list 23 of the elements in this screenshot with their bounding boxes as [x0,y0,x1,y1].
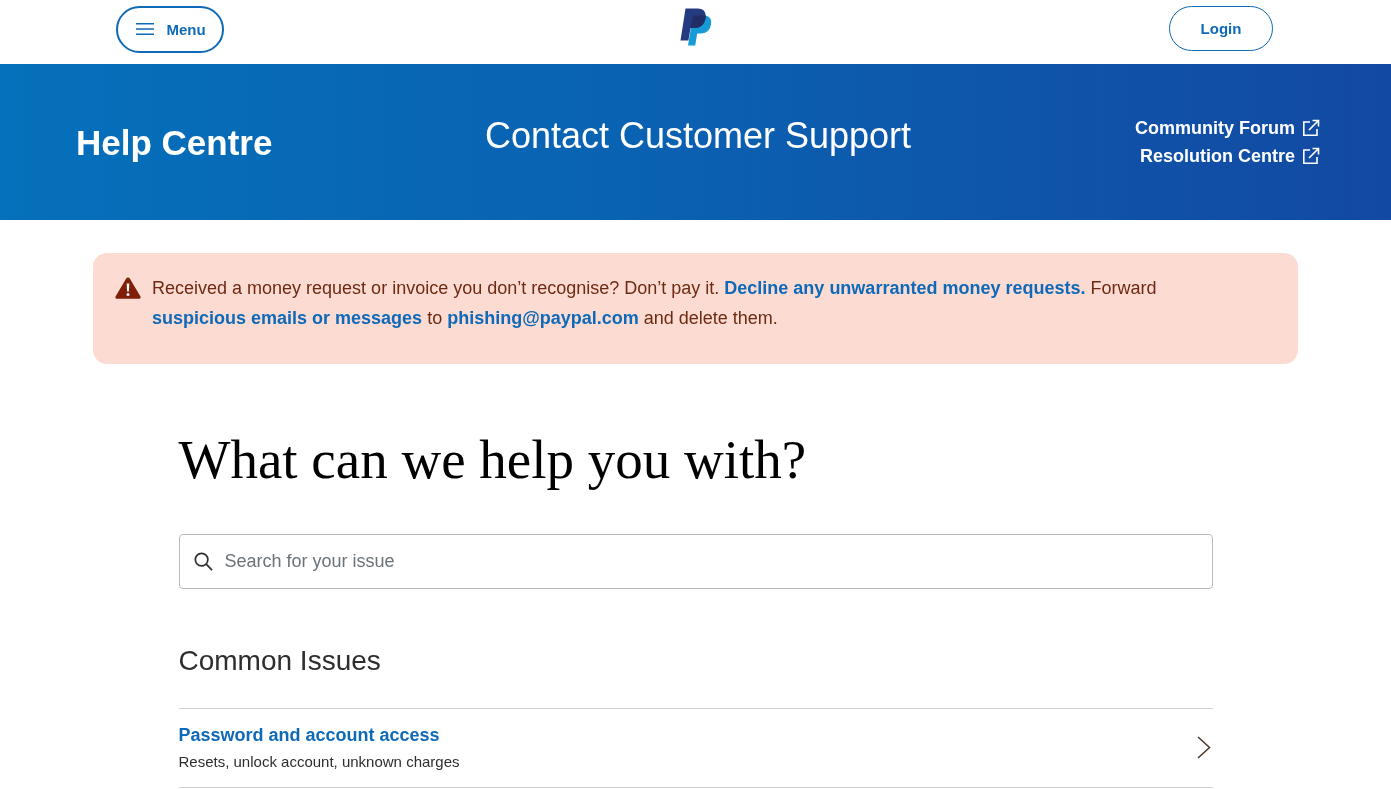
external-link-icon [1302,119,1320,137]
search-field[interactable]: Search for your issue [178,534,1213,589]
chevron-right-icon [1196,736,1211,759]
search-icon [193,552,213,571]
external-link[interactable]: Community Forum [1135,116,1320,140]
warning-icon [115,277,141,299]
external-link[interactable]: Resolution Centre [1140,144,1320,168]
section-title: Common Issues [178,644,382,678]
menu-icon [136,23,155,35]
issue-description: Resets, unlock account, unknown charges [178,752,460,772]
help-centre-title: Help Centre [76,122,273,163]
logo-icon[interactable] [679,8,712,46]
alert-link[interactable]: Decline any unwarranted money requests. [724,278,1086,298]
issue-row[interactable]: Password and account access Resets, unlock account, unknown charges [178,709,1213,788]
external-link-icon [1302,147,1320,165]
login-button[interactable]: Login [1169,5,1273,51]
menu-button[interactable]: Menu [116,5,224,53]
alert-link[interactable]: phishing@paypal.com [447,308,639,328]
help-heading: What can we help you with? [178,428,808,492]
alert-link[interactable]: suspicious emails or messages [152,308,423,328]
alert-message: Received a money request or invoice you don’t recognise? Don’t pay it. Decline any unwarranted money requests. Forward suspicious emails or messages to phishing@paypal.com and delete them. [152,277,1158,330]
page-subtitle: Contact Customer Support [484,115,912,157]
issue-title: Password and account access [178,724,441,747]
